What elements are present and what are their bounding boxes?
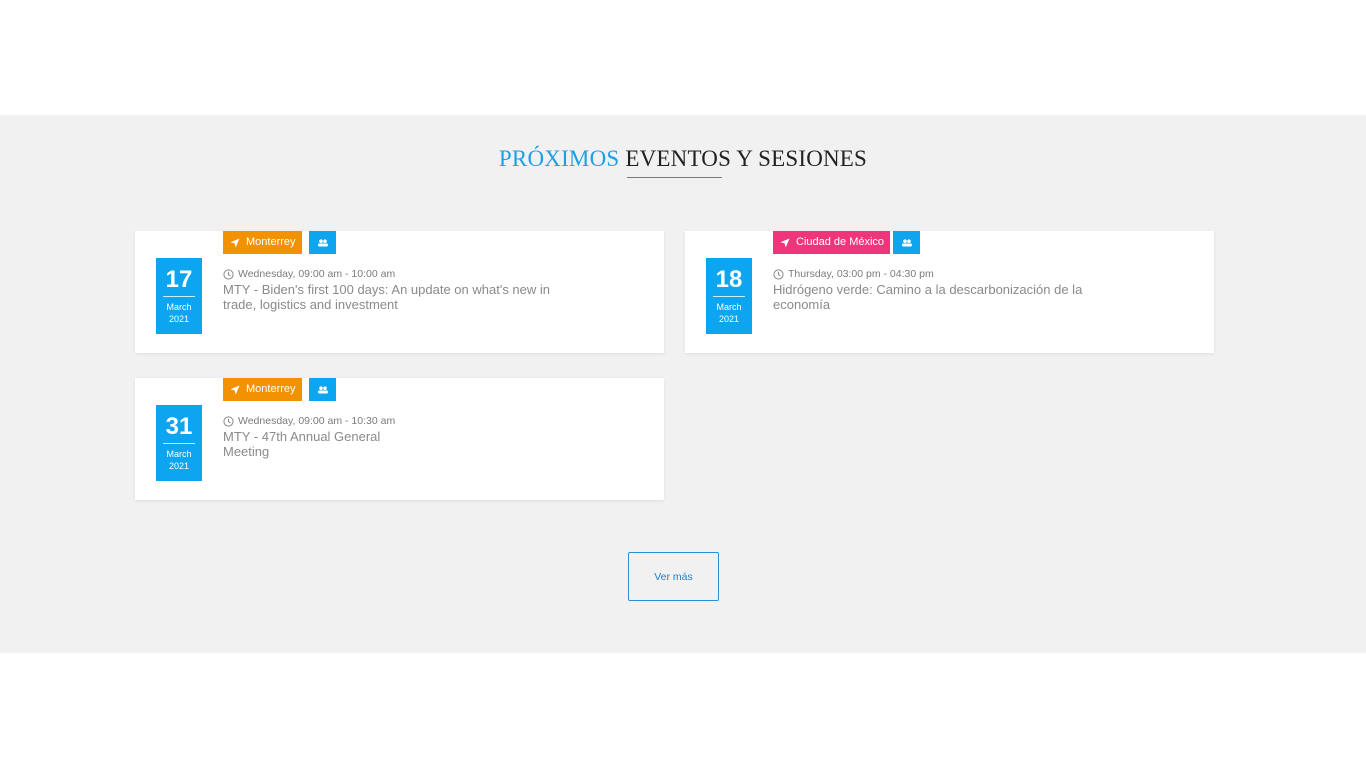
event-day: 31 <box>165 413 193 440</box>
event-time: Wednesday, 09:00 am - 10:30 am <box>223 415 395 427</box>
event-date-box: 18 March 2021 <box>706 258 752 334</box>
event-year: 2021 <box>168 461 190 471</box>
location-tag[interactable]: Monterrey <box>223 378 302 401</box>
location-arrow-icon <box>780 238 790 247</box>
date-divider <box>163 443 195 444</box>
event-day: 17 <box>165 266 193 293</box>
date-divider <box>713 296 745 297</box>
event-card[interactable]: 17 March 2021 Monterrey Wednesday, 09:00… <box>135 231 664 353</box>
event-time: Thursday, 03:00 pm - 04:30 pm <box>773 268 934 280</box>
event-year: 2021 <box>718 314 740 324</box>
location-label: Monterrey <box>246 383 296 395</box>
title-underline <box>627 177 722 178</box>
event-time-label: Thursday, 03:00 pm - 04:30 pm <box>788 268 934 280</box>
clock-icon <box>223 268 234 280</box>
location-tag[interactable]: Ciudad de México <box>773 231 891 254</box>
group-icon <box>317 385 328 393</box>
event-card[interactable]: 31 March 2021 Monterrey Wednesday, 09:00… <box>135 378 664 500</box>
event-title[interactable]: MTY - Biden's first 100 days: An update … <box>223 282 553 312</box>
event-type-tag[interactable] <box>309 378 336 401</box>
event-time: Wednesday, 09:00 am - 10:00 am <box>223 268 395 280</box>
location-arrow-icon <box>230 385 240 394</box>
event-type-tag[interactable] <box>893 231 920 254</box>
event-date-box: 31 March 2021 <box>156 405 202 481</box>
event-day: 18 <box>715 266 743 293</box>
event-month: March <box>716 302 742 312</box>
location-tag[interactable]: Monterrey <box>223 231 302 254</box>
group-icon <box>317 238 328 246</box>
section-title: PRÓXIMOS EVENTOS Y SESIONES <box>0 145 1366 173</box>
clock-icon <box>223 415 234 427</box>
see-more-button[interactable]: Ver más <box>628 552 719 601</box>
event-title[interactable]: MTY - 47th Annual General Meeting <box>223 429 398 459</box>
event-month: March <box>166 302 192 312</box>
section-title-rest: EVENTOS Y SESIONES <box>619 146 868 171</box>
location-arrow-icon <box>230 238 240 247</box>
location-label: Monterrey <box>246 236 296 248</box>
section-title-accent: PRÓXIMOS <box>498 146 620 171</box>
event-date-box: 17 March 2021 <box>156 258 202 334</box>
event-type-tag[interactable] <box>309 231 336 254</box>
event-month: March <box>166 449 192 459</box>
clock-icon <box>773 268 784 280</box>
group-icon <box>901 238 912 246</box>
event-card[interactable]: 18 March 2021 Ciudad de México Thursday,… <box>685 231 1214 353</box>
event-year: 2021 <box>168 314 190 324</box>
date-divider <box>163 296 195 297</box>
event-time-label: Wednesday, 09:00 am - 10:30 am <box>238 415 396 427</box>
location-label: Ciudad de México <box>796 236 885 248</box>
event-title[interactable]: Hidrógeno verde: Camino a la descarboniz… <box>773 282 1098 312</box>
event-time-label: Wednesday, 09:00 am - 10:00 am <box>238 268 396 280</box>
